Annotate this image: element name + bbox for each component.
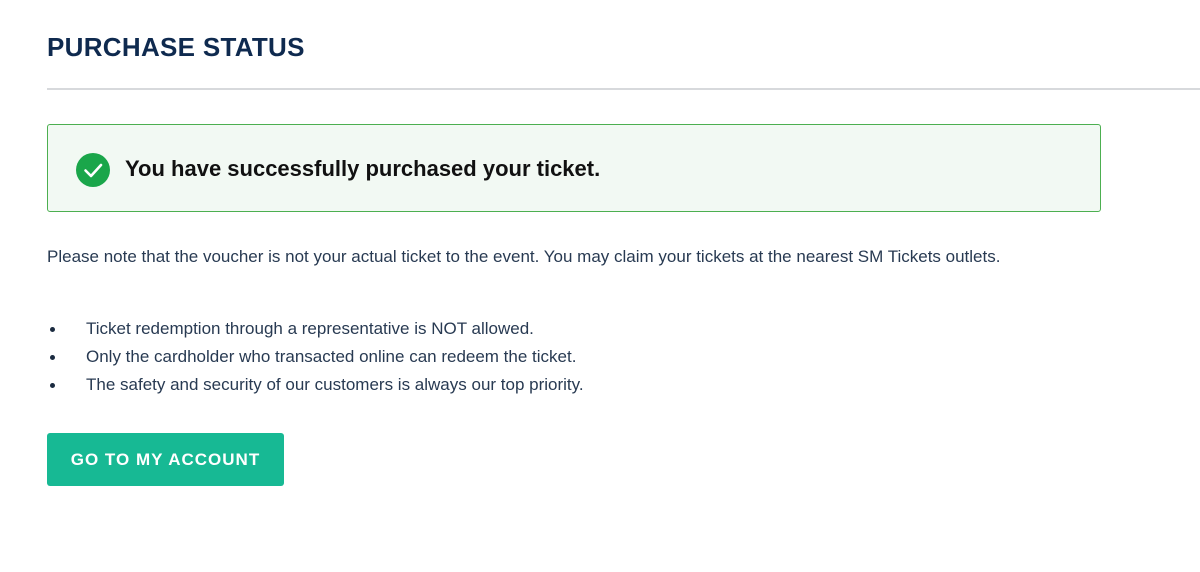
bullet-dot <box>50 383 55 388</box>
title-divider <box>47 88 1200 90</box>
list-item-text: Only the cardholder who transacted onlin… <box>86 347 577 366</box>
check-circle-icon <box>76 153 110 187</box>
voucher-note: Please note that the voucher is not your… <box>47 247 1001 266</box>
page-title: PURCHASE STATUS <box>47 32 305 62</box>
bullet-dot <box>50 355 55 360</box>
policy-list: Ticket redemption through a representati… <box>47 315 584 399</box>
bullet-dot <box>50 327 55 332</box>
list-item-text: The safety and security of our customers… <box>86 375 584 394</box>
success-alert: You have successfully purchased your tic… <box>47 124 1101 212</box>
purchase-status-page: PURCHASE STATUS You have successfully pu… <box>0 0 1200 572</box>
list-item: The safety and security of our customers… <box>47 371 584 399</box>
list-item: Ticket redemption through a representati… <box>47 315 584 343</box>
go-to-my-account-button[interactable]: GO TO MY ACCOUNT <box>47 433 284 486</box>
success-message: You have successfully purchased your tic… <box>125 156 601 181</box>
list-item: Only the cardholder who transacted onlin… <box>47 343 584 371</box>
list-item-text: Ticket redemption through a representati… <box>86 319 534 338</box>
